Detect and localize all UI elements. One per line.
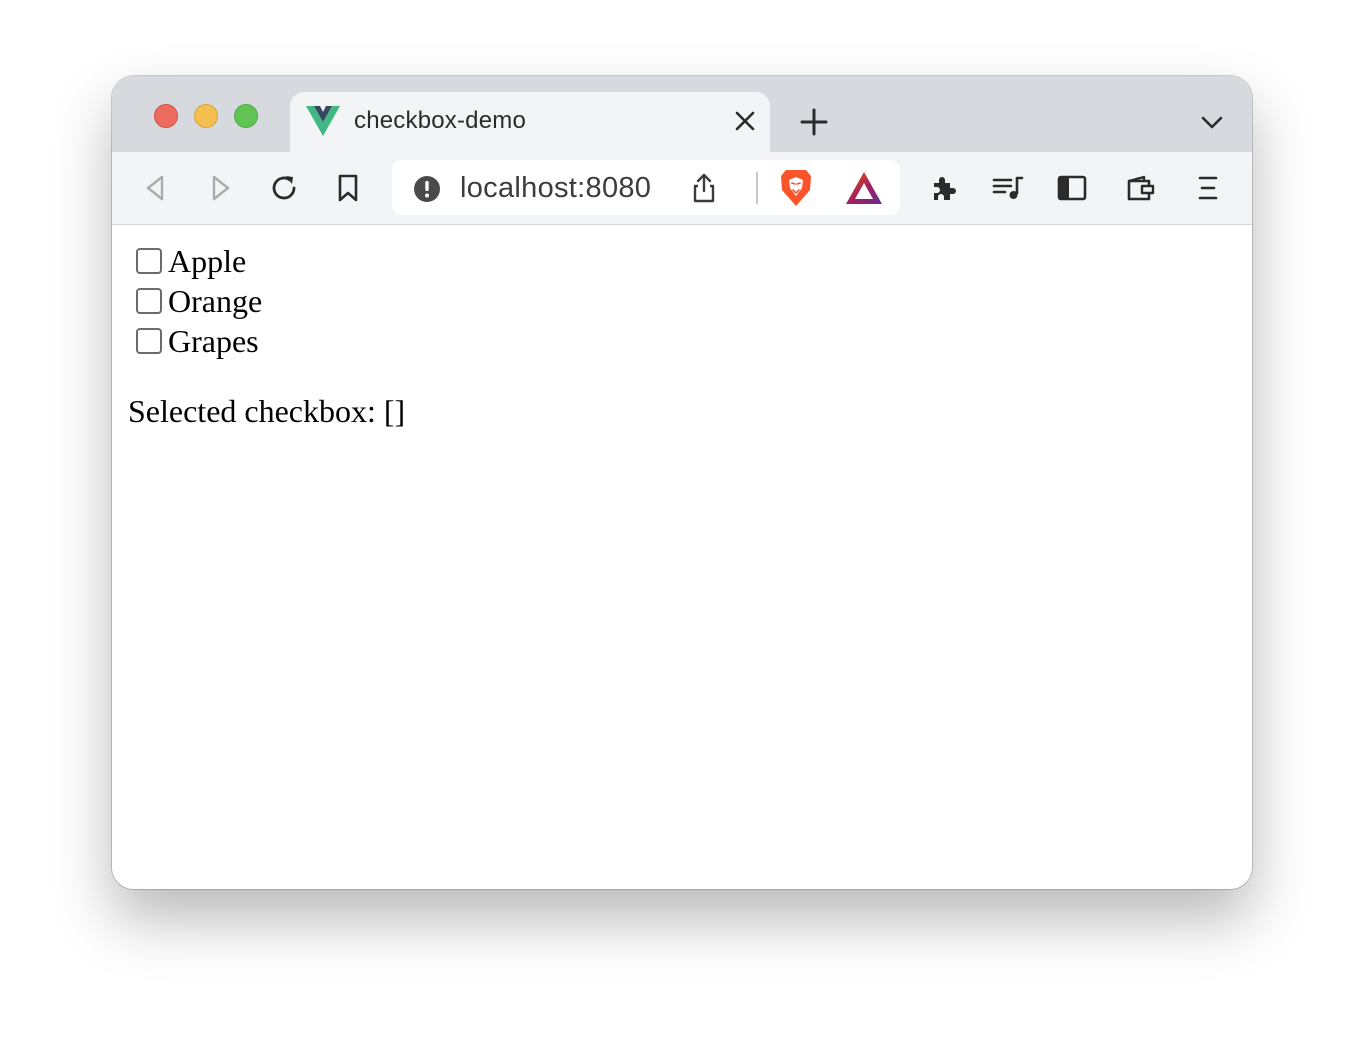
checkbox-apple[interactable] <box>136 248 162 274</box>
tab-bar: checkbox-demo <box>112 76 1252 154</box>
playlist-icon[interactable] <box>992 172 1024 204</box>
checkbox-grapes[interactable] <box>136 328 162 354</box>
browser-window: checkbox-demo localhost:8080 Apple Orang… <box>112 76 1252 889</box>
minimize-window-button[interactable] <box>194 104 218 128</box>
address-bar[interactable]: localhost:8080 <box>392 160 900 215</box>
maximize-window-button[interactable] <box>234 104 258 128</box>
address-bar-divider <box>756 172 758 204</box>
url-text: localhost:8080 <box>460 172 652 204</box>
checkbox-label-orange: Orange <box>168 283 263 319</box>
new-tab-button[interactable] <box>800 108 828 136</box>
checkbox-row-grapes: Grapes <box>136 323 259 359</box>
checkbox-label-grapes: Grapes <box>168 323 259 359</box>
site-info-icon[interactable] <box>412 174 442 204</box>
close-icon[interactable] <box>734 110 756 132</box>
checkbox-label-apple: Apple <box>168 243 247 279</box>
extensions-icon[interactable] <box>928 172 960 204</box>
menu-icon[interactable] <box>1192 172 1224 204</box>
page-content: Apple Orange Grapes Selected checkbox: [… <box>112 225 1252 889</box>
share-icon[interactable] <box>688 172 720 204</box>
vue-logo-icon <box>306 106 340 136</box>
tab-title: checkbox-demo <box>354 107 527 134</box>
chevron-down-icon[interactable] <box>1200 112 1224 132</box>
selected-output: Selected checkbox: [] <box>128 393 406 429</box>
brave-rewards-icon[interactable] <box>844 170 884 206</box>
checkbox-row-apple: Apple <box>136 243 246 279</box>
close-window-button[interactable] <box>154 104 178 128</box>
brave-shields-icon[interactable] <box>778 168 814 208</box>
back-icon[interactable] <box>140 172 172 204</box>
sidebar-icon[interactable] <box>1056 172 1088 204</box>
reload-icon[interactable] <box>268 172 300 204</box>
active-tab[interactable]: checkbox-demo <box>290 92 770 154</box>
browser-toolbar: localhost:8080 <box>112 152 1252 225</box>
checkbox-row-orange: Orange <box>136 283 262 319</box>
checkbox-orange[interactable] <box>136 288 162 314</box>
forward-icon[interactable] <box>204 172 236 204</box>
bookmark-icon[interactable] <box>332 172 364 204</box>
wallet-icon[interactable] <box>1124 172 1156 204</box>
